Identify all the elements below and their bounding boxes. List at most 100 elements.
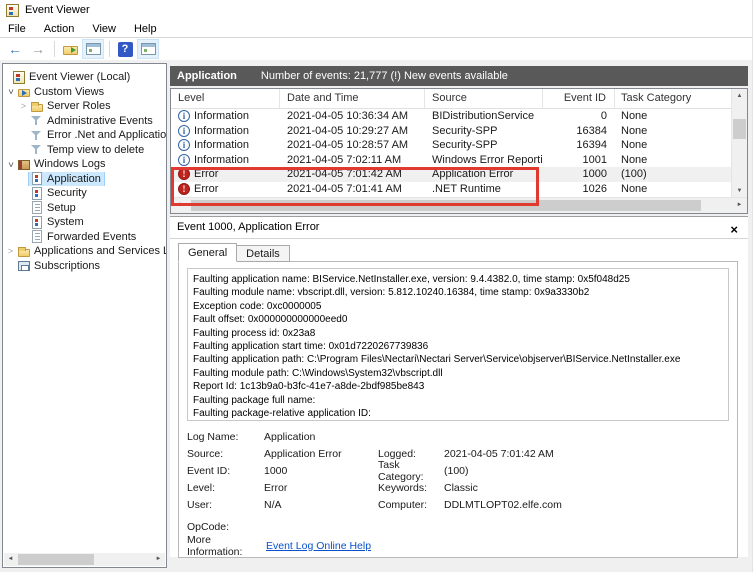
scroll-right-icon[interactable]: ► <box>152 553 165 566</box>
show-action-pane-button[interactable] <box>137 39 159 59</box>
expander-icon[interactable]: > <box>18 101 29 112</box>
table-horizontal-scrollbar[interactable]: ◄ ► <box>171 197 747 213</box>
sidebar-item-error-net-and-application[interactable]: > Error .Net and Application <box>3 128 166 143</box>
scrollbar-thumb[interactable] <box>191 200 701 211</box>
menu-help[interactable]: Help <box>125 21 166 37</box>
sidebar-item-server-roles[interactable]: > Server Roles <box>3 99 166 114</box>
detail-tabs: General Details <box>178 243 290 262</box>
show-console-tree-button[interactable] <box>82 39 104 59</box>
sidebar-item-setup[interactable]: > Setup <box>3 201 166 216</box>
event-description-box[interactable]: Faulting application name: BIService.Net… <box>187 268 729 421</box>
event-fields: Log Name: Application Source: Applicatio… <box>187 428 729 554</box>
sidebar-item-application[interactable]: > Application <box>3 172 166 187</box>
back-button[interactable]: ← <box>4 39 26 59</box>
sidebar-item-forwarded-events[interactable]: > Forwarded Events <box>3 230 166 245</box>
log-summary-bar: Application Number of events: 21,777 (!)… <box>170 66 748 86</box>
table-vertical-scrollbar[interactable]: ▲ ▼ <box>731 89 747 198</box>
event-log-online-help-link[interactable]: Event Log Online Help <box>266 540 371 552</box>
table-row-selected[interactable]: Error 2021-04-05 7:01:42 AM Application … <box>171 167 732 182</box>
custom-views-folder-icon <box>17 85 31 98</box>
scroll-left-icon[interactable]: ◄ <box>171 198 186 212</box>
sidebar-item-event-viewer-local[interactable]: Event Viewer (Local) <box>3 70 166 85</box>
expander-icon[interactable]: > <box>5 159 16 170</box>
sidebar-item-applications-and-services-log[interactable]: > Applications and Services Log <box>3 244 166 259</box>
tab-general[interactable]: General <box>178 243 237 262</box>
menu-action[interactable]: Action <box>35 21 84 37</box>
folder-icon <box>17 245 31 258</box>
column-header-source[interactable]: Source <box>425 89 543 108</box>
detail-title: Event 1000, Application Error <box>177 221 319 233</box>
sidebar-horizontal-scrollbar[interactable]: ◄ ► <box>4 553 165 566</box>
back-arrow-icon: ← <box>8 42 22 56</box>
description-line: Faulting application name: BIService.Net… <box>193 273 728 286</box>
field-value: 1000 <box>264 465 378 477</box>
field-row-more-information: More Information: Event Log Online Help <box>187 537 729 554</box>
table-row[interactable]: Information 2021-04-05 10:36:34 AM BIDis… <box>171 109 732 124</box>
forward-button[interactable]: → <box>27 39 49 59</box>
tab-details[interactable]: Details <box>237 245 290 262</box>
field-value: Application Error <box>264 448 378 460</box>
field-label: Log Name: <box>187 431 264 443</box>
field-label: More Information: <box>187 534 266 558</box>
expander-icon[interactable]: > <box>5 246 16 257</box>
help-button[interactable]: ? <box>114 39 136 59</box>
close-icon[interactable]: × <box>730 219 738 240</box>
column-header-task-category[interactable]: Task Category <box>615 89 730 108</box>
table-header-row: Level Date and Time Source Event ID Task… <box>171 89 732 109</box>
menu-file[interactable]: File <box>0 21 35 37</box>
description-line: Faulting application start time: 0x01d72… <box>193 340 728 353</box>
toolbar: ← → ? <box>0 38 752 60</box>
sidebar-item-security[interactable]: > Security <box>3 186 166 201</box>
event-list-panel: Level Date and Time Source Event ID Task… <box>170 88 748 214</box>
title-bar: Event Viewer <box>0 0 752 20</box>
event-detail-pane: Event 1000, Application Error × General … <box>170 216 748 557</box>
field-value: Error <box>264 482 378 494</box>
field-label: Keywords: <box>378 482 444 494</box>
field-row-level-keywords: Level: Error Keywords: Classic <box>187 479 729 496</box>
information-icon <box>178 154 190 166</box>
table-row[interactable]: Information 2021-04-05 10:28:57 AM Secur… <box>171 138 732 153</box>
windows-logs-icon <box>17 158 31 171</box>
description-line: Faulting module name: vbscript.dll, vers… <box>193 286 728 299</box>
table-row[interactable]: Information 2021-04-05 7:02:11 AM Window… <box>171 153 732 168</box>
description-line: Faulting package full name: <box>193 394 728 407</box>
toolbar-separator <box>54 41 55 57</box>
sidebar-item-administrative-events[interactable]: > Administrative Events <box>3 114 166 129</box>
menu-view[interactable]: View <box>83 21 125 37</box>
log-name: Application <box>177 70 237 82</box>
field-value: DDLMTLOPT02.elfe.com <box>444 499 562 511</box>
field-label: OpCode: <box>187 521 264 533</box>
sidebar-item-subscriptions[interactable]: > Subscriptions <box>3 259 166 274</box>
sidebar-item-system[interactable]: > System <box>3 215 166 230</box>
action-pane-icon <box>141 43 156 55</box>
filter-view-icon <box>30 114 44 127</box>
scrollbar-thumb[interactable] <box>733 119 746 139</box>
filter-view-icon <box>30 129 44 142</box>
field-value: (100) <box>444 465 469 477</box>
scroll-down-icon[interactable]: ▼ <box>732 184 747 198</box>
expander-icon[interactable]: > <box>5 86 16 97</box>
column-header-level[interactable]: Level <box>171 89 280 108</box>
column-header-date[interactable]: Date and Time <box>280 89 425 108</box>
field-label: Computer: <box>378 499 444 511</box>
table-row[interactable]: Error 2021-04-05 7:01:41 AM .NET Runtime… <box>171 182 732 197</box>
subscriptions-icon <box>17 259 31 272</box>
open-saved-log-button[interactable] <box>59 39 81 59</box>
scroll-left-icon[interactable]: ◄ <box>4 553 17 566</box>
event-log-icon <box>30 187 44 200</box>
general-tab-content: Faulting application name: BIService.Net… <box>178 261 738 558</box>
field-label: User: <box>187 499 264 511</box>
field-row-opcode: OpCode: <box>187 518 729 535</box>
column-header-event-id[interactable]: Event ID <box>543 89 615 108</box>
scrollbar-thumb[interactable] <box>18 554 94 565</box>
field-row-user-computer: User: N/A Computer: DDLMTLOPT02.elfe.com <box>187 496 729 513</box>
scroll-up-icon[interactable]: ▲ <box>732 89 747 103</box>
description-line: Fault offset: 0x000000000000eed0 <box>193 313 728 326</box>
sidebar-item-custom-views[interactable]: > Custom Views <box>3 85 166 100</box>
table-row[interactable]: Information 2021-04-05 10:29:27 AM Secur… <box>171 124 732 139</box>
sidebar-item-windows-logs[interactable]: > Windows Logs <box>3 157 166 172</box>
description-line: Faulting application path: C:\Program Fi… <box>193 353 728 366</box>
sidebar-item-temp-view-to-delete[interactable]: > Temp view to delete <box>3 143 166 158</box>
scroll-right-icon[interactable]: ► <box>732 198 747 212</box>
information-icon <box>178 139 190 151</box>
